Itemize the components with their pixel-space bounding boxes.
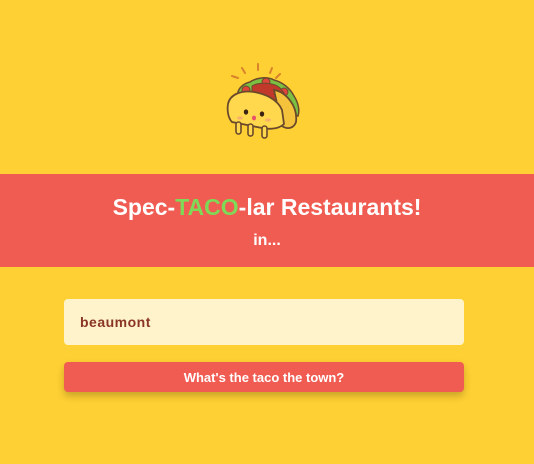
page-title: Spec-TACO-lar Restaurants!: [0, 193, 534, 221]
page: Spec-TACO-lar Restaurants! in... What's …: [0, 0, 534, 464]
page-subtitle: in...: [253, 232, 281, 249]
logo: [222, 60, 306, 142]
title-suffix: -lar Restaurants!: [238, 194, 422, 220]
taco-mascot-icon: [226, 63, 300, 139]
title-accent: TACO: [175, 194, 239, 220]
title-prefix: Spec-: [112, 194, 176, 220]
town-search-input[interactable]: [64, 299, 464, 345]
search-button[interactable]: What's the taco the town?: [64, 362, 464, 392]
